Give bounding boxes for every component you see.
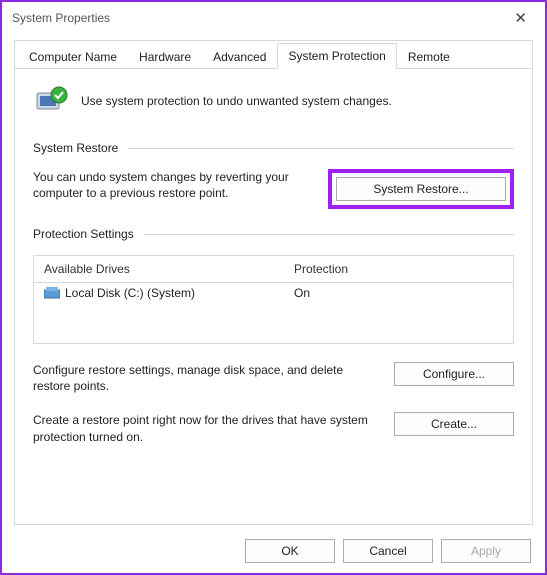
section-protection-settings: Protection Settings: [33, 227, 514, 241]
col-available-drives: Available Drives: [44, 262, 294, 276]
restore-row: You can undo system changes by reverting…: [33, 169, 514, 209]
section-system-restore: System Restore: [33, 141, 514, 155]
drives-header: Available Drives Protection: [34, 256, 513, 283]
apply-button[interactable]: Apply: [441, 539, 531, 563]
restore-desc: You can undo system changes by reverting…: [33, 169, 310, 201]
titlebar: System Properties ✕: [2, 2, 545, 34]
content-area: Computer Name Hardware Advanced System P…: [14, 40, 533, 525]
section-restore-label: System Restore: [33, 141, 118, 155]
intro-text: Use system protection to undo unwanted s…: [81, 94, 392, 108]
drive-name: Local Disk (C:) (System): [65, 286, 195, 300]
tab-advanced[interactable]: Advanced: [202, 44, 277, 69]
intro-row: Use system protection to undo unwanted s…: [33, 83, 514, 119]
create-desc: Create a restore point right now for the…: [33, 412, 376, 444]
drives-table: Available Drives Protection Local Disk (…: [33, 255, 514, 344]
divider: [144, 234, 514, 235]
configure-button[interactable]: Configure...: [394, 362, 514, 386]
restore-button-highlight: System Restore...: [328, 169, 514, 209]
create-button[interactable]: Create...: [394, 412, 514, 436]
tab-body: Use system protection to undo unwanted s…: [15, 69, 532, 524]
divider: [128, 148, 514, 149]
tab-system-protection[interactable]: System Protection: [277, 43, 396, 69]
create-row: Create a restore point right now for the…: [33, 412, 514, 444]
tab-computer-name[interactable]: Computer Name: [18, 44, 128, 69]
configure-row: Configure restore settings, manage disk …: [33, 362, 514, 394]
tab-strip: Computer Name Hardware Advanced System P…: [15, 41, 532, 69]
system-protection-icon: [33, 83, 69, 119]
configure-desc: Configure restore settings, manage disk …: [33, 362, 376, 394]
ok-button[interactable]: OK: [245, 539, 335, 563]
drives-body: Local Disk (C:) (System) On: [34, 283, 513, 343]
drive-icon: [44, 287, 60, 299]
drive-protection: On: [294, 286, 310, 300]
footer-buttons: OK Cancel Apply: [2, 531, 545, 573]
window-title: System Properties: [12, 11, 110, 25]
tab-hardware[interactable]: Hardware: [128, 44, 202, 69]
system-restore-button[interactable]: System Restore...: [336, 177, 506, 201]
col-protection: Protection: [294, 262, 348, 276]
section-protection-label: Protection Settings: [33, 227, 134, 241]
system-properties-window: System Properties ✕ Computer Name Hardwa…: [0, 0, 547, 575]
tab-remote[interactable]: Remote: [397, 44, 461, 69]
table-row[interactable]: Local Disk (C:) (System) On: [34, 283, 513, 303]
cancel-button[interactable]: Cancel: [343, 539, 433, 563]
close-icon[interactable]: ✕: [506, 9, 535, 27]
